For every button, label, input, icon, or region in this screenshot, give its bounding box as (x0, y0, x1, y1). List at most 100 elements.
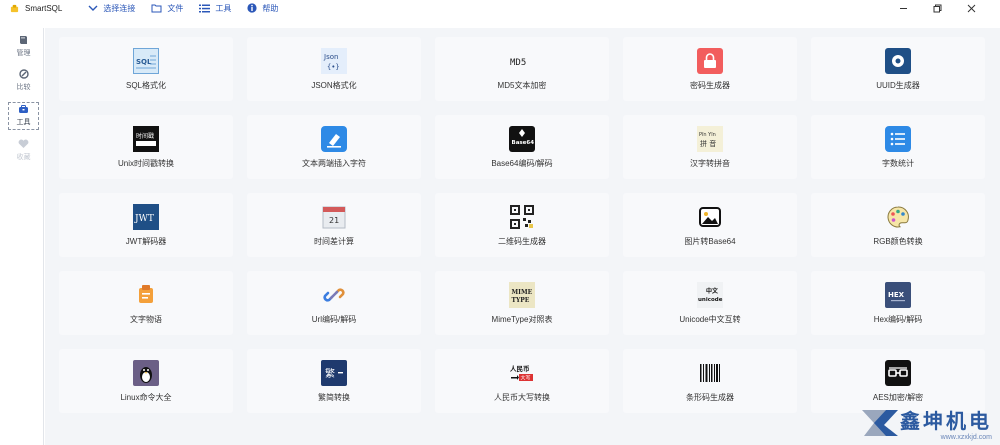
sidebar-item-favorites[interactable]: 收藏 (8, 136, 39, 164)
svg-text:Pīn Yīn: Pīn Yīn (699, 132, 716, 138)
minimize-icon (899, 7, 907, 9)
tool-card-text-story[interactable]: 文字物语 (59, 271, 233, 335)
tool-card-pinyin[interactable]: Pīn Yīn 拼 音 汉字转拼音 (623, 115, 797, 179)
tool-label: 人民币大写转换 (494, 392, 550, 402)
tool-label: 繁简转换 (318, 392, 350, 402)
window-controls (886, 0, 988, 16)
sidebar-item-compare[interactable]: 比较 (8, 66, 39, 94)
svg-text:拼 音: 拼 音 (700, 139, 716, 148)
svg-text:TYPE: TYPE (512, 297, 530, 304)
svg-text:Json: Json (323, 53, 338, 61)
sidebar-item-label: 比较 (16, 83, 31, 91)
svg-text:{•}: {•} (327, 63, 340, 71)
tool-card-md5[interactable]: MD5 MD5文本加密 (435, 37, 609, 101)
app-title: SmartSQL (25, 3, 63, 13)
tool-label: JSON格式化 (311, 80, 357, 90)
tool-card-mimetype[interactable]: MIME TYPE MimeType对照表 (435, 271, 609, 335)
tool-label: AES加密/解密 (872, 392, 924, 402)
tool-card-rmb-uppercase[interactable]: 人民币 大写 人民币大写转换 (435, 349, 609, 413)
menu-help[interactable]: 帮助 (247, 3, 278, 14)
maximize-button[interactable] (920, 0, 954, 16)
tool-label: 条形码生成器 (686, 392, 734, 402)
mimetype-icon: MIME TYPE (509, 281, 535, 308)
password-icon (697, 47, 723, 74)
tool-card-aes[interactable]: AES加密/解密 (811, 349, 985, 413)
text-story-icon (133, 282, 159, 308)
watermark: 鑫坤机电 www.xzxkjd.com (860, 405, 992, 441)
menu-tools[interactable]: 工具 (199, 3, 231, 14)
tool-card-sql-format[interactable]: SQL SQL格式化 (59, 37, 233, 101)
text-insert-icon (321, 125, 347, 152)
uuid-icon (885, 47, 911, 74)
tool-card-hex[interactable]: HEX Hex编码/解码 (811, 271, 985, 335)
tool-card-base64[interactable]: Base64 Base64编码/解码 (435, 115, 609, 179)
sql-icon: SQL (133, 47, 159, 74)
menu-select-connection[interactable]: 选择连接 (88, 3, 135, 14)
tool-card-qrcode-generator[interactable]: 二维码生成器 (435, 193, 609, 257)
md5-icon: MD5 (509, 48, 535, 74)
tool-card-uuid-generator[interactable]: UUID生成器 (811, 37, 985, 101)
folder-icon (151, 4, 162, 12)
tool-card-jwt-decoder[interactable]: JWT JWT解码器 (59, 193, 233, 257)
tool-card-rgb-color[interactable]: RGB颜色转换 (811, 193, 985, 257)
tool-label: Url编码/解码 (311, 314, 357, 324)
tool-label: Unix时间戳转换 (117, 158, 174, 168)
tool-card-unix-timestamp[interactable]: 时间戳 Unix时间戳转换 (59, 115, 233, 179)
minimize-button[interactable] (886, 0, 920, 16)
tools-grid: SQL SQL格式化 Json {•} JSON格式化 MD5 MD5文本加密 密… (59, 37, 985, 413)
tool-card-image-to-base64[interactable]: 图片转Base64 (623, 193, 797, 257)
sidebar-item-tools[interactable]: 工具 (8, 102, 39, 130)
tool-card-text-insert[interactable]: 文本两端插入字符 (247, 115, 421, 179)
timestamp-icon: 时间戳 (133, 125, 159, 152)
tool-card-linux-commands[interactable]: Linux命令大全 (59, 349, 233, 413)
watermark-logo-icon (862, 410, 898, 436)
tool-label: 文字物语 (130, 314, 162, 324)
tool-label: 文本两端插入字符 (302, 158, 366, 168)
tool-label: 汉字转拼音 (690, 158, 730, 168)
unicode-icon: 中文 unicode (697, 281, 723, 308)
aes-icon (885, 359, 911, 386)
tool-card-json-format[interactable]: Json {•} JSON格式化 (247, 37, 421, 101)
tools-panel: SQL SQL格式化 Json {•} JSON格式化 MD5 MD5文本加密 密… (45, 28, 1000, 445)
svg-text:Base64: Base64 (512, 140, 535, 146)
list-icon (199, 4, 211, 12)
tool-label: JWT解码器 (125, 236, 167, 246)
link-icon (321, 282, 347, 308)
menu-help-label: 帮助 (262, 3, 279, 13)
book-icon (20, 35, 27, 44)
tool-card-url-encode[interactable]: Url编码/解码 (247, 271, 421, 335)
svg-text:大写: 大写 (521, 374, 531, 381)
toolbox-icon (19, 105, 28, 113)
tool-label: Hex编码/解码 (873, 314, 923, 324)
tool-card-barcode-generator[interactable]: 条形码生成器 (623, 349, 797, 413)
sidebar-item-label: 管理 (16, 49, 31, 57)
svg-text:中文: 中文 (706, 287, 719, 295)
tool-card-word-count[interactable]: 字数统计 (811, 115, 985, 179)
menu-file-label: 文件 (167, 3, 184, 13)
svg-text:21: 21 (329, 216, 339, 225)
hex-icon: HEX (885, 281, 911, 308)
calendar-icon: 21 (321, 204, 347, 230)
barcode-icon (697, 360, 723, 386)
svg-text:时间戳: 时间戳 (136, 132, 154, 140)
tool-label: Linux命令大全 (120, 392, 172, 402)
close-button[interactable] (954, 0, 988, 16)
pinyin-icon: Pīn Yīn 拼 音 (697, 125, 723, 152)
tool-card-traditional-simplified[interactable]: 繁 繁简转换 (247, 349, 421, 413)
sidebar-item-manage[interactable]: 管理 (8, 32, 39, 60)
tool-label: Unicode中文互转 (679, 314, 741, 324)
menu-file[interactable]: 文件 (151, 3, 183, 14)
base64-icon: Base64 (509, 125, 535, 152)
qrcode-icon (509, 204, 535, 230)
tool-label: MimeType对照表 (491, 314, 553, 324)
tool-label: RGB颜色转换 (873, 236, 923, 246)
tool-card-time-diff[interactable]: 21 时间差计算 (247, 193, 421, 257)
tool-label: 二维码生成器 (498, 236, 546, 246)
chevron-down-icon (88, 5, 98, 11)
tool-card-password-generator[interactable]: 密码生成器 (623, 37, 797, 101)
tool-label: SQL格式化 (125, 80, 166, 90)
tool-label: 时间差计算 (314, 236, 354, 246)
traditional-simplified-icon: 繁 (321, 359, 347, 386)
tool-card-unicode[interactable]: 中文 unicode Unicode中文互转 (623, 271, 797, 335)
tool-label: 图片转Base64 (684, 236, 736, 246)
